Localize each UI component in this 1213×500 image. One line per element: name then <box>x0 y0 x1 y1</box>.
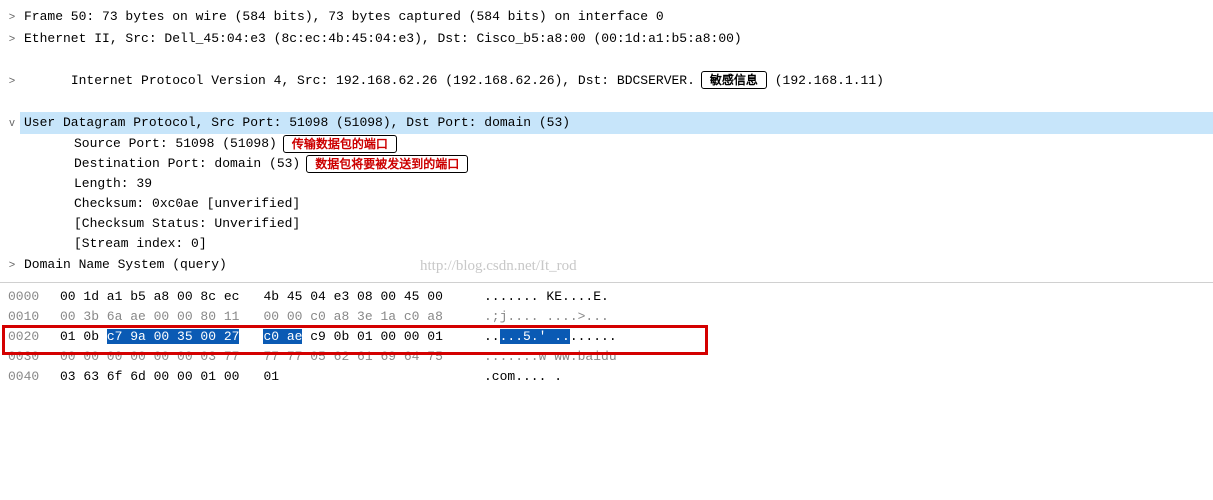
ethernet-summary: Ethernet II, Src: Dell_45:04:e3 (8c:ec:4… <box>20 28 1213 50</box>
hex-bytes: 00 1d a1 b5 a8 00 8c ec4b 45 04 e3 08 00… <box>60 287 460 307</box>
hex-row-0040[interactable]: 0040 03 63 6f 6d 00 00 01 0001 .com.... … <box>0 367 1213 387</box>
packet-details-tree: > Frame 50: 73 bytes on wire (584 bits),… <box>0 0 1213 276</box>
dst-port-annotation: 数据包将要被发送到的端口 <box>306 155 468 173</box>
hex-row-0000[interactable]: 0000 00 1d a1 b5 a8 00 8c ec4b 45 04 e3 … <box>0 287 1213 307</box>
tree-item-udp-dstport[interactable]: Destination Port: domain (53) 数据包将要被发送到的… <box>0 154 1213 174</box>
ipv4-summary: Internet Protocol Version 4, Src: 192.16… <box>20 50 1213 112</box>
hex-offset: 0000 <box>8 287 60 307</box>
tree-item-dns[interactable]: > Domain Name System (query) <box>0 254 1213 276</box>
ascii-highlight: ...5.' .. <box>500 329 570 344</box>
hex-bytes: 03 63 6f 6d 00 00 01 0001 <box>60 367 460 387</box>
dns-summary: Domain Name System (query) <box>20 254 1213 276</box>
ipv4-text-pre: Internet Protocol Version 4, Src: 192.16… <box>71 73 695 88</box>
packet-bytes-pane: 0000 00 1d a1 b5 a8 00 8c ec4b 45 04 e3 … <box>0 283 1213 395</box>
frame-summary: Frame 50: 73 bytes on wire (584 bits), 7… <box>20 6 1213 28</box>
chevron-right-icon[interactable]: > <box>6 29 18 49</box>
tree-item-ipv4[interactable]: > Internet Protocol Version 4, Src: 192.… <box>0 50 1213 112</box>
tree-item-udp-length[interactable]: Length: 39 <box>0 174 1213 194</box>
udp-checksum-status-value: [Checksum Status: Unverified] <box>74 214 300 234</box>
hex-row-0020[interactable]: 0020 01 0b c7 9a 00 35 00 27c0 ae c9 0b … <box>0 327 1213 347</box>
hex-offset: 0010 <box>8 307 60 327</box>
hex-row-0030[interactable]: 0030 00 00 00 00 00 00 03 7777 77 05 62 … <box>0 347 1213 367</box>
chevron-down-icon[interactable]: v <box>6 113 18 133</box>
sensitive-info-annotation: 敏感信息 <box>701 71 767 89</box>
hex-ascii: .;j.... ....>... <box>460 307 609 327</box>
src-port-annotation: 传输数据包的端口 <box>283 135 397 153</box>
hex-offset: 0040 <box>8 367 60 387</box>
tree-item-udp-checksum-status[interactable]: [Checksum Status: Unverified] <box>0 214 1213 234</box>
hex-ascii: ....... KE....E. <box>460 287 609 307</box>
hex-highlight: c0 ae <box>263 329 302 344</box>
hex-offset: 0020 <box>8 327 60 347</box>
tree-item-frame[interactable]: > Frame 50: 73 bytes on wire (584 bits),… <box>0 6 1213 28</box>
hex-bytes: 00 3b 6a ae 00 00 80 1100 00 c0 a8 3e 1a… <box>60 307 460 327</box>
hex-ascii: .......w ww.baidu <box>460 347 617 367</box>
tree-item-ethernet[interactable]: > Ethernet II, Src: Dell_45:04:e3 (8c:ec… <box>0 28 1213 50</box>
dst-port-value: Destination Port: domain (53) <box>74 154 300 174</box>
hex-ascii: .com.... . <box>460 367 562 387</box>
hex-row-0010[interactable]: 0010 00 3b 6a ae 00 00 80 1100 00 c0 a8 … <box>0 307 1213 327</box>
tree-item-udp[interactable]: v User Datagram Protocol, Src Port: 5109… <box>0 112 1213 134</box>
tree-item-udp-stream-index[interactable]: [Stream index: 0] <box>0 234 1213 254</box>
tree-item-udp-srcport[interactable]: Source Port: 51098 (51098) 传输数据包的端口 <box>0 134 1213 154</box>
tree-item-udp-checksum[interactable]: Checksum: 0xc0ae [unverified] <box>0 194 1213 214</box>
hex-highlight: c7 9a 00 35 00 27 <box>107 329 240 344</box>
udp-summary: User Datagram Protocol, Src Port: 51098 … <box>20 112 1213 134</box>
chevron-right-icon[interactable]: > <box>6 71 18 91</box>
hex-ascii: .....5.' ........ <box>460 327 617 347</box>
hex-bytes: 00 00 00 00 00 00 03 7777 77 05 62 61 69… <box>60 347 460 367</box>
chevron-right-icon[interactable]: > <box>6 7 18 27</box>
udp-length-value: Length: 39 <box>74 174 152 194</box>
hex-offset: 0030 <box>8 347 60 367</box>
chevron-right-icon[interactable]: > <box>6 255 18 275</box>
ipv4-text-post: (192.168.1.11) <box>767 73 884 88</box>
udp-stream-index-value: [Stream index: 0] <box>74 234 207 254</box>
udp-checksum-value: Checksum: 0xc0ae [unverified] <box>74 194 300 214</box>
src-port-value: Source Port: 51098 (51098) <box>74 134 277 154</box>
hex-bytes: 01 0b c7 9a 00 35 00 27c0 ae c9 0b 01 00… <box>60 327 460 347</box>
